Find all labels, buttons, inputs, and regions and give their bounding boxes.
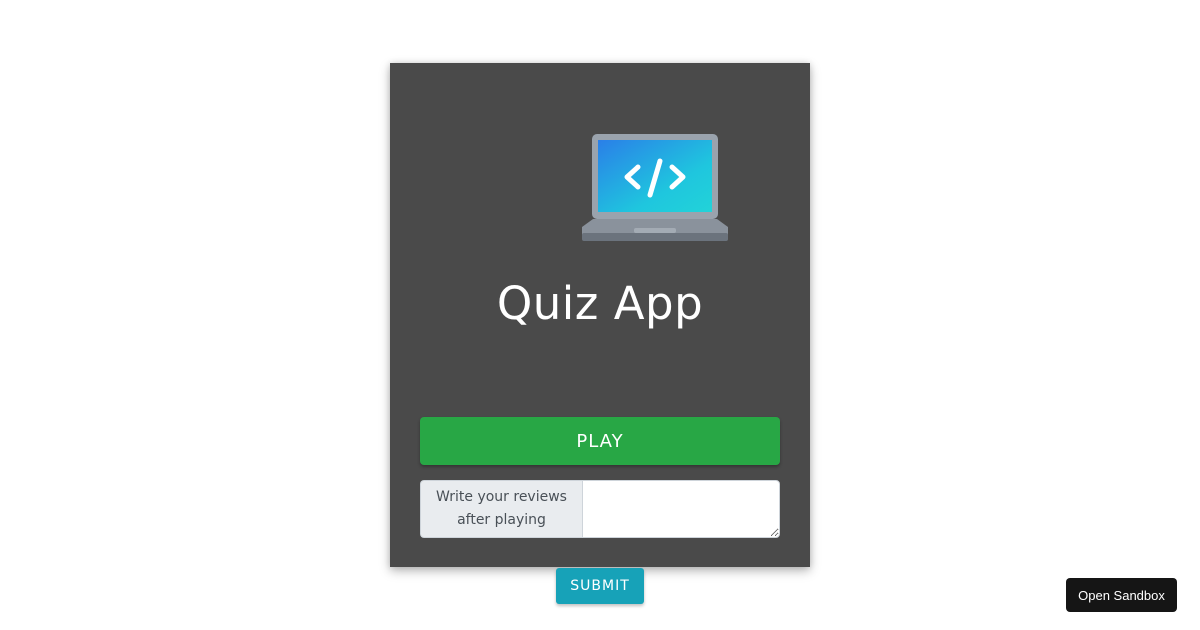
review-input-group: Write your reviews after playing	[420, 480, 780, 538]
quiz-card: Quiz App PLAY Write your reviews after p…	[390, 63, 810, 567]
open-sandbox-button[interactable]: Open Sandbox	[1066, 578, 1177, 612]
play-button[interactable]: PLAY	[420, 417, 780, 465]
page-title: Quiz App	[496, 277, 704, 330]
page: Quiz App PLAY Write your reviews after p…	[0, 0, 1200, 630]
review-label-text: Write your reviews after playing	[436, 489, 567, 528]
submit-button[interactable]: SUBMIT	[556, 568, 644, 604]
review-textarea[interactable]	[582, 480, 780, 538]
laptop-code-icon	[582, 134, 728, 241]
review-label: Write your reviews after playing	[420, 480, 582, 538]
